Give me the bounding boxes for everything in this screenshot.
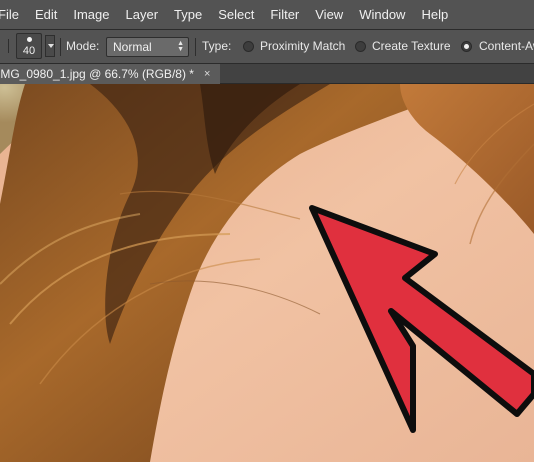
menu-bar: File Edit Image Layer Type Select Filter… xyxy=(0,0,534,30)
menu-file[interactable]: File xyxy=(0,0,27,30)
menu-select[interactable]: Select xyxy=(210,0,262,30)
content-aware-label[interactable]: Content-Aware xyxy=(479,39,534,53)
document-tab-strip: IMG_0980_1.jpg @ 66.7% (RGB/8) * × xyxy=(0,64,534,84)
proximity-match-label[interactable]: Proximity Match xyxy=(260,39,345,53)
mode-label: Mode: xyxy=(66,39,100,53)
brush-size-value: 40 xyxy=(22,45,36,57)
radio-create-texture[interactable] xyxy=(355,41,366,52)
mode-select[interactable]: Normal ▲ ▼ xyxy=(106,37,189,57)
radio-content-aware[interactable] xyxy=(461,41,472,52)
brush-tip-icon xyxy=(27,37,32,42)
menu-window[interactable]: Window xyxy=(351,0,413,30)
menu-edit[interactable]: Edit xyxy=(27,0,65,30)
document-tab-title: IMG_0980_1.jpg @ 66.7% (RGB/8) * xyxy=(0,67,194,81)
menu-type[interactable]: Type xyxy=(166,0,210,30)
document-tab[interactable]: IMG_0980_1.jpg @ 66.7% (RGB/8) * × xyxy=(0,64,220,84)
create-texture-label[interactable]: Create Texture xyxy=(372,39,451,53)
menu-image[interactable]: Image xyxy=(65,0,117,30)
menu-filter[interactable]: Filter xyxy=(262,0,307,30)
separator xyxy=(60,38,61,56)
tool-options-bar: 40 Mode: Normal ▲ ▼ Type: Proximity Match… xyxy=(0,30,534,64)
document-canvas[interactable] xyxy=(0,84,534,462)
mode-value: Normal xyxy=(113,40,152,54)
menu-help[interactable]: Help xyxy=(413,0,456,30)
menu-view[interactable]: View xyxy=(307,0,351,30)
type-label: Type: xyxy=(202,39,232,53)
brush-picker-dropdown-arrow[interactable] xyxy=(45,35,55,57)
tool-preset-picker[interactable] xyxy=(0,39,9,53)
menu-layer[interactable]: Layer xyxy=(118,0,167,30)
separator xyxy=(195,38,196,56)
select-updown-icon: ▲ ▼ xyxy=(177,40,184,53)
radio-proximity-match[interactable] xyxy=(243,41,254,52)
photo-canvas xyxy=(0,84,534,462)
close-icon[interactable]: × xyxy=(204,64,210,84)
brush-size-picker[interactable]: 40 xyxy=(16,33,42,59)
